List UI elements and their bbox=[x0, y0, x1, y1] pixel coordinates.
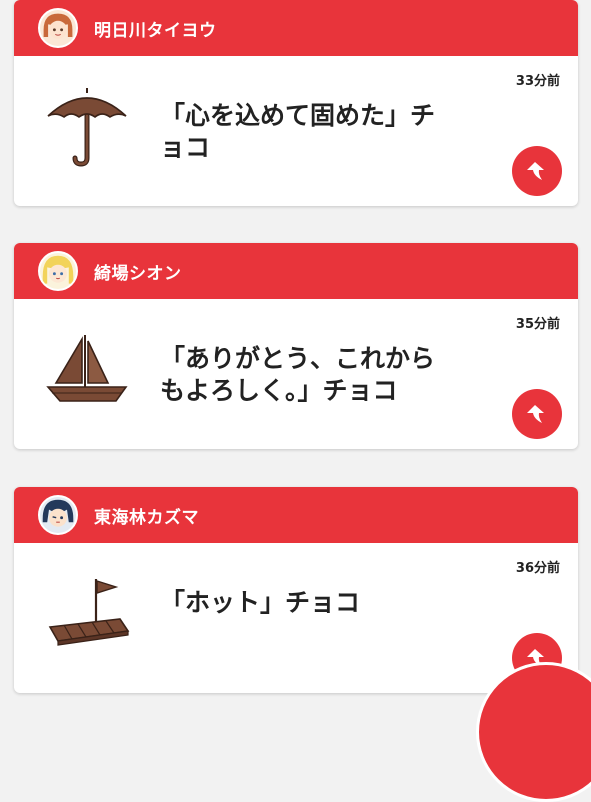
message-line: 「ホット」チョコ bbox=[160, 588, 361, 617]
chocolate-message: 「心を込めて固めた」チ ョコ bbox=[160, 100, 480, 164]
card-body: 36分前 「ホット」チョコ bbox=[14, 543, 578, 693]
card-header: 明日川タイヨウ bbox=[14, 0, 578, 56]
card-header: 綺場シオン bbox=[14, 243, 578, 299]
character-avatar-taiyou-icon[interactable] bbox=[38, 8, 78, 48]
reply-button[interactable] bbox=[512, 389, 562, 439]
message-line: もよろしく。」チョコ bbox=[160, 376, 398, 405]
umbrella-chocolate-icon bbox=[44, 84, 130, 170]
card-header: 東海林カズマ bbox=[14, 487, 578, 543]
card-body: 33分前 「心を込めて固めた」チ ョコ bbox=[14, 56, 578, 206]
timestamp: 33分前 bbox=[515, 74, 560, 89]
sender-name: 明日川タイヨウ bbox=[94, 20, 217, 41]
chocolate-message: 「ありがとう、これから もよろしく。」チョコ bbox=[160, 343, 480, 407]
sender-name: 綺場シオン bbox=[94, 263, 182, 284]
reply-button[interactable] bbox=[512, 146, 562, 196]
message-card: 明日川タイヨウ 33分前 「心を込めて固めた」チ ョコ bbox=[14, 0, 578, 206]
timestamp: 35分前 bbox=[515, 317, 560, 332]
message-card: 綺場シオン 35分前 「ありがとう、これから もよろしく。」チョコ bbox=[14, 243, 578, 449]
reply-arrow-icon bbox=[527, 162, 544, 180]
message-line: ョコ bbox=[160, 133, 211, 162]
character-avatar-kazuma-icon[interactable] bbox=[38, 495, 78, 535]
message-card: 東海林カズマ 36分前 「ホット」チョコ bbox=[14, 487, 578, 693]
character-avatar-shion-icon[interactable] bbox=[38, 251, 78, 291]
message-line: 「心を込めて固めた」チ bbox=[160, 101, 436, 130]
message-line: 「ありがとう、これから bbox=[160, 344, 436, 373]
chocolate-message: 「ホット」チョコ bbox=[160, 587, 480, 619]
timestamp: 36分前 bbox=[515, 561, 560, 576]
reply-arrow-icon bbox=[527, 405, 544, 423]
sailboat-chocolate-icon bbox=[44, 327, 130, 413]
sender-name: 東海林カズマ bbox=[94, 507, 199, 528]
card-body: 35分前 「ありがとう、これから もよろしく。」チョコ bbox=[14, 299, 578, 449]
raft-flag-chocolate-icon bbox=[44, 571, 130, 657]
